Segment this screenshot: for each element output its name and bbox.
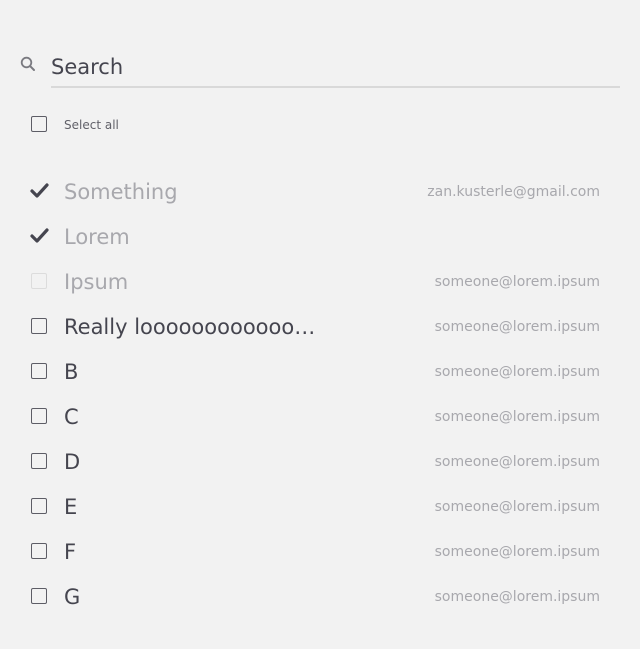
- item-email: someone@lorem.ipsum: [434, 589, 600, 605]
- item-label: G: [64, 585, 81, 609]
- item-checkbox[interactable]: [31, 498, 47, 514]
- search-icon: [20, 56, 36, 72]
- checkmark-icon[interactable]: [29, 226, 51, 246]
- select-all-row[interactable]: Select all: [0, 110, 640, 140]
- item-label: Lorem: [64, 225, 130, 249]
- item-email: zan.kusterle@gmail.com: [427, 184, 600, 200]
- list-item[interactable]: Bsomeone@lorem.ipsum: [0, 350, 640, 395]
- item-label: Ipsum: [64, 270, 129, 294]
- item-checkbox[interactable]: [31, 543, 47, 559]
- list-item[interactable]: Fsomeone@lorem.ipsum: [0, 530, 640, 575]
- item-email: someone@lorem.ipsum: [434, 409, 600, 425]
- list-item[interactable]: Lorem: [0, 215, 640, 260]
- item-email: someone@lorem.ipsum: [434, 544, 600, 560]
- item-email: someone@lorem.ipsum: [434, 499, 600, 515]
- item-label: C: [64, 405, 79, 429]
- item-checkbox[interactable]: [31, 588, 47, 604]
- item-label: Something: [64, 180, 178, 204]
- list-item[interactable]: Gsomeone@lorem.ipsum: [0, 575, 640, 620]
- item-email: someone@lorem.ipsum: [434, 454, 600, 470]
- item-email: someone@lorem.ipsum: [434, 274, 600, 290]
- item-label: Really looooooooooooo…: [64, 315, 324, 339]
- item-checkbox: [31, 273, 47, 289]
- select-all-checkbox[interactable]: [31, 116, 47, 132]
- item-checkbox[interactable]: [31, 453, 47, 469]
- item-email: someone@lorem.ipsum: [434, 319, 600, 335]
- list-item[interactable]: Dsomeone@lorem.ipsum: [0, 440, 640, 485]
- list-item[interactable]: Something zan.kusterle@gmail.com: [0, 170, 640, 215]
- item-label: D: [64, 450, 81, 474]
- search-bar: [0, 40, 640, 92]
- list-item[interactable]: Csomeone@lorem.ipsum: [0, 395, 640, 440]
- item-label: E: [64, 495, 78, 519]
- list-item[interactable]: Esomeone@lorem.ipsum: [0, 485, 640, 530]
- item-checkbox[interactable]: [31, 318, 47, 334]
- item-label: F: [64, 540, 77, 564]
- item-checkbox[interactable]: [31, 363, 47, 379]
- list-item[interactable]: Ipsum someone@lorem.ipsum: [0, 260, 640, 305]
- item-email: someone@lorem.ipsum: [434, 364, 600, 380]
- search-input[interactable]: [51, 48, 620, 88]
- item-checkbox[interactable]: [31, 408, 47, 424]
- contact-list: Something zan.kusterle@gmail.com Lorem Ipsu…: [0, 170, 640, 620]
- list-item[interactable]: Really looooooooooooo… someone@lorem.ipsu…: [0, 305, 640, 350]
- item-label: B: [64, 360, 79, 384]
- select-all-label: Select all: [64, 118, 119, 132]
- checkmark-icon[interactable]: [29, 181, 51, 201]
